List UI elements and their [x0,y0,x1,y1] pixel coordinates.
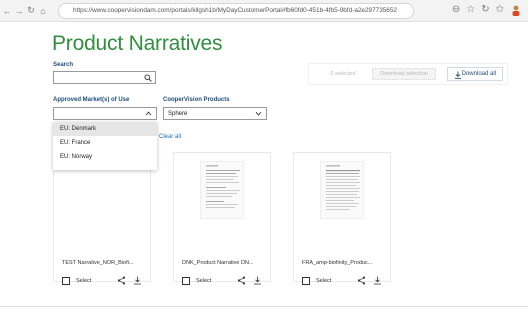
products-filter-label: CooperVision Products [163,97,230,103]
market-filter-label: Approved Market(s) of Use [53,97,130,103]
document-thumbnail[interactable] [200,161,244,219]
select-label[interactable]: Select [196,277,211,285]
select-label[interactable]: Select [316,277,331,285]
download-icon[interactable] [133,276,142,285]
asset-card-title[interactable]: FRA_amp-biofinity_Produc... [302,260,386,266]
asset-card-title[interactable]: DNK_Product Narrative DN... [182,260,266,266]
asset-card-actions: Select [302,276,388,287]
market-dropdown[interactable] [53,107,157,120]
reload-icon[interactable]: ↻ [26,5,36,16]
search-label: Search [53,62,74,68]
address-bar[interactable]: https://www.coopervisiondam.com/portals/… [58,3,414,19]
download-icon[interactable] [373,276,382,285]
clear-all-link[interactable]: Clear all [159,134,181,140]
products-dropdown[interactable]: Sphere [163,107,267,120]
download-icon[interactable] [253,276,262,285]
download-selection-button[interactable]: Download selection [372,68,436,80]
download-all-label: Download all [461,71,496,77]
favorite-icon[interactable]: ☆ [466,4,475,16]
share-icon[interactable] [117,276,126,285]
refresh-icon[interactable]: ↻ [481,4,489,16]
document-thumbnail[interactable] [320,161,364,219]
favorites-icon[interactable]: ✩ [496,4,504,16]
select-label[interactable]: Select [76,277,91,285]
asset-card[interactable]: TEST Narrative_NOR_Biofi... Select [53,152,151,285]
back-icon[interactable]: ← [2,6,12,16]
home-icon[interactable]: ⌂ [38,6,48,16]
download-all-button[interactable]: Download all [447,67,503,81]
selected-count: 0 selected [330,71,356,77]
asset-card-title[interactable]: TEST Narrative_NOR_Biofi... [62,260,146,266]
chevron-up-icon [145,111,152,116]
market-option-denmark[interactable]: EU: Denmark [53,122,157,136]
market-option-norway[interactable]: EU: Norway [53,150,157,164]
search-input[interactable] [53,71,156,84]
select-checkbox[interactable] [62,277,70,285]
asset-card-actions: Select [62,276,148,287]
share-icon[interactable] [357,276,366,285]
zoom-icon[interactable]: ⊖ [452,4,460,16]
asset-card-actions: Select [182,276,268,287]
asset-card[interactable]: FRA_amp-biofinity_Produc... Select [293,152,391,285]
market-option-france[interactable]: EU: France [53,136,157,150]
search-icon [144,74,152,82]
select-checkbox[interactable] [182,277,190,285]
browser-actions: ⊖ ☆ ↻ ✩ [452,4,522,16]
market-options-list: EU: Denmark EU: France EU: Norway [53,122,157,170]
asset-card[interactable]: DNK_Product Narrative DN... Select [173,152,271,285]
download-icon [455,71,461,79]
page-title: Product Narratives [52,32,223,55]
products-dropdown-value: Sphere [168,111,188,117]
avatar[interactable] [510,4,522,16]
share-icon[interactable] [237,276,246,285]
select-checkbox[interactable] [302,277,310,285]
divider [0,306,528,307]
forward-icon[interactable]: → [14,6,24,16]
chevron-down-icon [255,111,262,116]
